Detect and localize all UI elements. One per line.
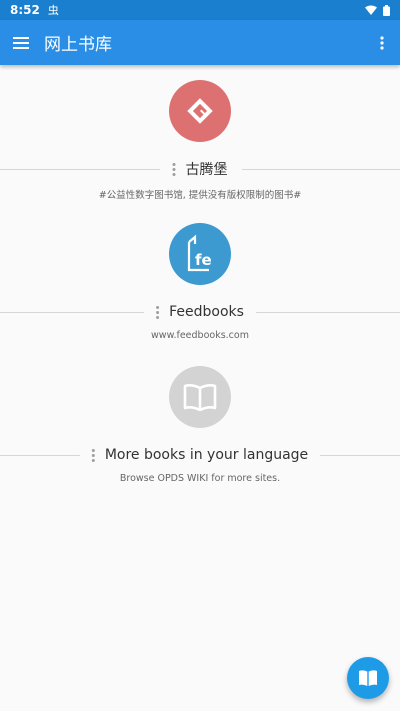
gutenberg-g-icon xyxy=(187,98,213,124)
hamburger-menu-icon xyxy=(13,36,29,49)
menu-button[interactable] xyxy=(0,20,42,65)
library-item-more-books[interactable]: More books in your language Browse OPDS … xyxy=(0,366,400,491)
library-subtitle: Browse OPDS WIKI for more sites. xyxy=(119,473,281,484)
overflow-menu-button[interactable] xyxy=(364,20,400,65)
feedbooks-logo: fe xyxy=(169,223,231,285)
library-item-feedbooks[interactable]: fe Feedbooks www.feedbooks.com xyxy=(0,223,400,348)
status-bar: 8:52 虫 xyxy=(0,0,400,20)
page-title: 网上书库 xyxy=(44,35,112,55)
item-menu-icon[interactable] xyxy=(91,448,95,462)
library-title-row: 古腾堡 xyxy=(0,158,400,180)
library-title-row: Feedbooks xyxy=(0,301,400,323)
feedbooks-fe-icon: fe xyxy=(187,234,212,272)
gutenberg-logo xyxy=(169,80,231,142)
book-icon xyxy=(359,670,377,686)
feedbooks-logo-text: fe xyxy=(195,251,212,269)
library-item-gutenberg[interactable]: 古腾堡 #公益性数字图书馆, 提供没有版权限制的图书# xyxy=(0,80,400,205)
open-book-glyph xyxy=(183,384,217,411)
library-title: 古腾堡 xyxy=(185,162,228,178)
library-title: More books in your language xyxy=(104,447,309,463)
library-subtitle: #公益性数字图书馆, 提供没有版权限制的图书# xyxy=(98,190,302,201)
wifi-icon xyxy=(365,5,377,15)
app-bar: 网上书库 xyxy=(0,20,400,65)
library-subtitle: www.feedbooks.com xyxy=(151,330,249,341)
status-time: 8:52 xyxy=(10,3,40,17)
battery-icon xyxy=(383,4,390,16)
item-menu-icon[interactable] xyxy=(172,162,176,176)
library-title-row: More books in your language xyxy=(0,444,400,466)
notification-icon: 虫 xyxy=(47,4,59,17)
open-library-fab[interactable] xyxy=(347,657,389,699)
item-menu-icon[interactable] xyxy=(156,305,160,319)
library-title: Feedbooks xyxy=(169,304,244,320)
more-vert-icon xyxy=(380,35,384,50)
open-book-icon xyxy=(169,366,231,428)
